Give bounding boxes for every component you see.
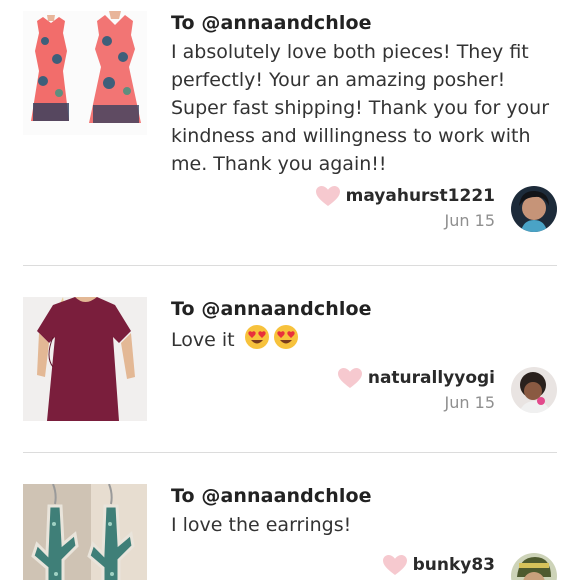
author-avatar[interactable] [511, 367, 557, 413]
author-row: naturallyyogi [337, 366, 495, 390]
divider [23, 265, 557, 266]
heart-eyes-emoji-icon [273, 325, 298, 349]
author-avatar[interactable] [511, 553, 557, 580]
recipient-line[interactable]: To @annaandchloe [171, 12, 372, 34]
heart-icon[interactable] [337, 367, 362, 389]
user-avatar-photo-icon [511, 553, 557, 580]
heart-eyes-emoji-icon [244, 325, 269, 349]
burgundy-dress-photo-icon [23, 297, 147, 421]
listing-thumbnail[interactable] [23, 297, 147, 421]
user-avatar-photo-icon [511, 186, 557, 232]
review-message: I absolutely love both pieces! They fit … [171, 41, 550, 175]
review-date: Jun 15 [444, 393, 495, 412]
listing-thumbnail[interactable] [23, 11, 147, 135]
review-message: I love the earrings! [171, 514, 352, 536]
floral-dress-photo-icon [23, 11, 147, 135]
author-row: mayahurst1221 [315, 184, 495, 208]
review-message-text: Love it [171, 329, 235, 351]
review-message: Love it [171, 324, 563, 354]
author-username[interactable]: naturallyyogi [368, 368, 495, 388]
author-username[interactable]: mayahurst1221 [346, 186, 495, 206]
divider [23, 452, 557, 453]
author-row: bunky83 [382, 553, 495, 577]
recipient-line[interactable]: To @annaandchloe [171, 298, 372, 320]
author-username[interactable]: bunky83 [413, 555, 495, 575]
love-notes-feed: To @annaandchloe I absolutely love both … [0, 0, 580, 580]
heart-icon[interactable] [382, 554, 407, 576]
recipient-line[interactable]: To @annaandchloe [171, 485, 372, 507]
author-avatar[interactable] [511, 186, 557, 232]
review-date: Jun 15 [444, 211, 495, 230]
user-avatar-photo-icon [511, 367, 557, 413]
listing-thumbnail[interactable] [23, 484, 147, 580]
heart-icon[interactable] [315, 185, 340, 207]
cactus-earrings-photo-icon [23, 484, 147, 580]
